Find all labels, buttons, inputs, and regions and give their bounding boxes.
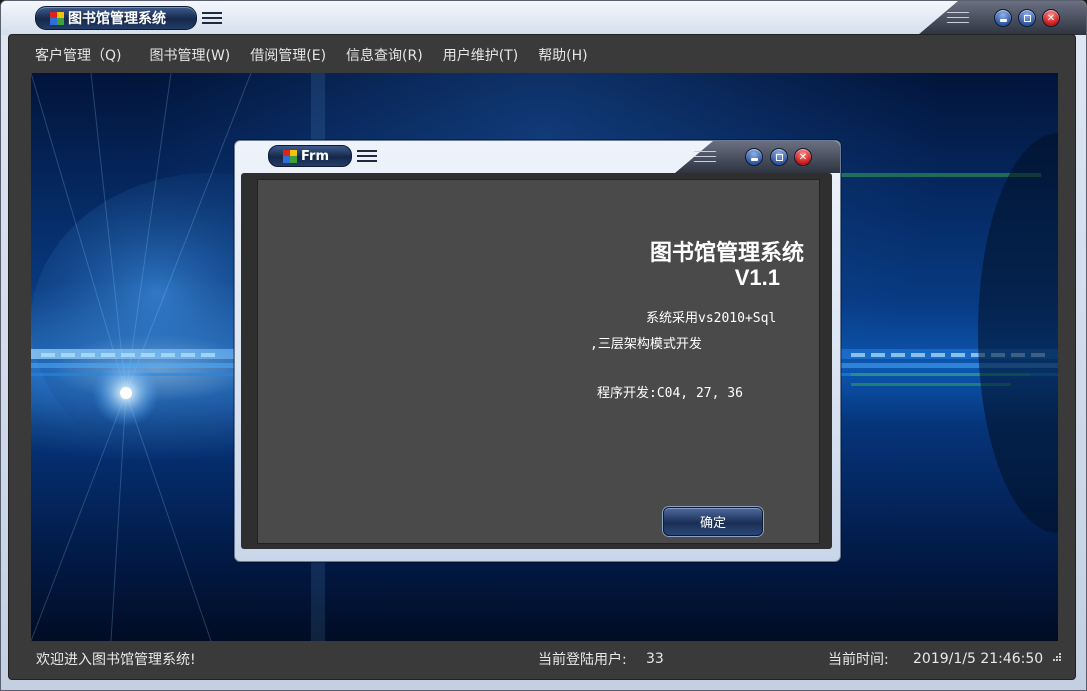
hamburger-menu-icon[interactable] bbox=[202, 12, 222, 26]
menu-customer[interactable]: 客户管理（Q) bbox=[10, 45, 139, 65]
about-architecture-line: ,三层架构模式开发 bbox=[590, 337, 702, 352]
close-button[interactable]: ✕ bbox=[1042, 9, 1060, 27]
status-users-value: 33 bbox=[646, 651, 664, 667]
main-window: 图书馆管理系统 ✕ 客户管理（Q) 图书管理(W) 借阅管理(E) 信息查询(R… bbox=[0, 0, 1087, 691]
maximize-button[interactable] bbox=[1018, 9, 1036, 27]
wedge-decor-icon bbox=[946, 12, 970, 26]
dialog-wedge-decor-icon bbox=[693, 151, 717, 165]
about-dialog: Frm ✕ 图书馆管理系统 V1.1 系统采用vs2010+Sql ,三层架构模… bbox=[234, 140, 841, 562]
menu-books[interactable]: 图书管理(W) bbox=[139, 45, 240, 65]
dialog-minimize-icon bbox=[750, 157, 758, 161]
dialog-body bbox=[257, 179, 820, 544]
menu-query[interactable]: 信息查询(R) bbox=[336, 45, 433, 65]
about-tech-line: 系统采用vs2010+Sql bbox=[646, 311, 777, 326]
dialog-maximize-icon bbox=[775, 153, 783, 161]
resize-grip-icon[interactable] bbox=[1050, 652, 1062, 664]
dialog-title-pill: Frm bbox=[268, 145, 352, 167]
window-title: 图书馆管理系统 bbox=[68, 11, 166, 27]
status-welcome: 欢迎进入图书馆管理系统! bbox=[36, 652, 196, 668]
menu-help[interactable]: 帮助(H) bbox=[528, 45, 597, 65]
minimize-button[interactable] bbox=[994, 9, 1012, 27]
status-time-label: 当前时间: bbox=[828, 652, 889, 668]
ok-button[interactable]: 确定 bbox=[663, 507, 763, 536]
close-icon: ✕ bbox=[1046, 12, 1056, 24]
dialog-maximize-button[interactable] bbox=[770, 148, 788, 166]
dialog-close-icon: ✕ bbox=[798, 151, 808, 163]
about-version: V1.1 bbox=[734, 265, 780, 290]
status-time-value: 2019/1/5 21:46:50 bbox=[913, 651, 1044, 667]
about-developer-line: 程序开发:C04, 27, 36 bbox=[597, 386, 743, 401]
status-bar: 欢迎进入图书馆管理系统! 当前登陆用户: 33 当前时间: 2019/1/5 2… bbox=[10, 642, 1076, 676]
app-logo-icon bbox=[50, 11, 64, 25]
title-bar[interactable]: 图书馆管理系统 ✕ bbox=[1, 1, 1086, 35]
dialog-title: Frm bbox=[301, 148, 330, 164]
menu-bar: 客户管理（Q) 图书管理(W) 借阅管理(E) 信息查询(R) 用户维护(T) … bbox=[10, 39, 1070, 71]
window-title-pill: 图书馆管理系统 bbox=[35, 6, 197, 30]
minimize-icon bbox=[999, 18, 1007, 22]
dialog-minimize-button[interactable] bbox=[745, 148, 763, 166]
maximize-icon bbox=[1023, 14, 1031, 22]
dialog-hamburger-icon[interactable] bbox=[357, 150, 377, 164]
menu-borrow[interactable]: 借阅管理(E) bbox=[240, 45, 336, 65]
status-users-label: 当前登陆用户: bbox=[538, 652, 627, 668]
menu-user[interactable]: 用户维护(T) bbox=[433, 45, 528, 65]
dialog-close-button[interactable]: ✕ bbox=[794, 148, 812, 166]
dialog-app-icon bbox=[283, 149, 297, 163]
about-app-title: 图书馆管理系统 bbox=[649, 241, 804, 266]
